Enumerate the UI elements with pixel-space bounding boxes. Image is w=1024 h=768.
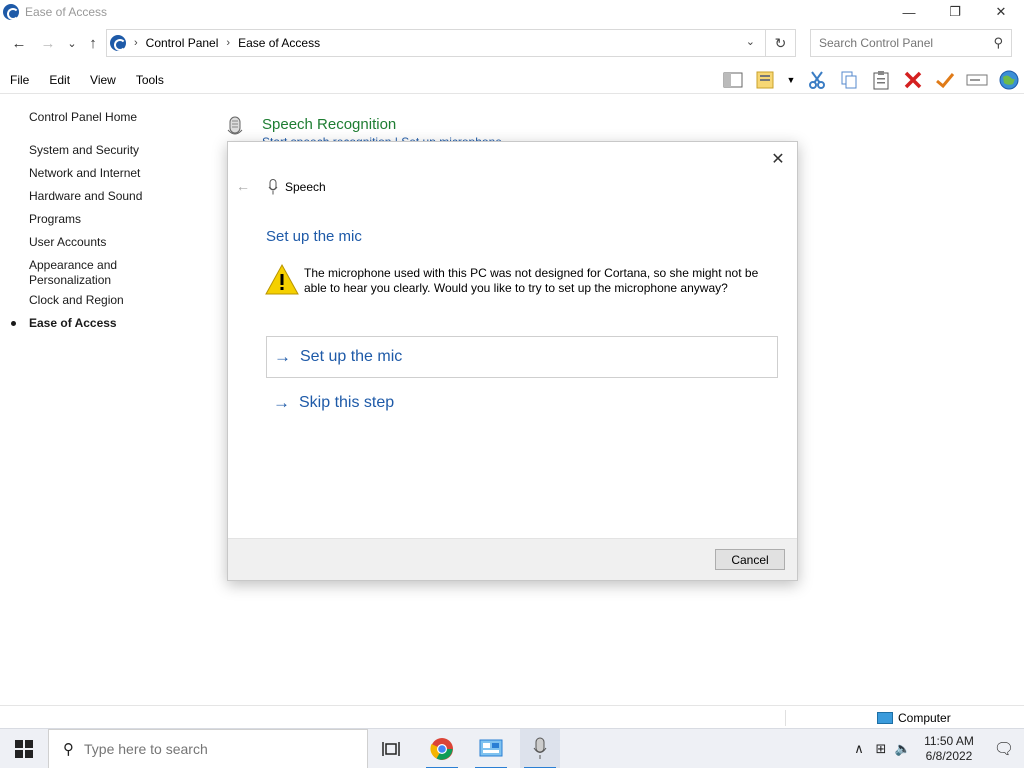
volume-icon[interactable]: 🔈 <box>892 741 914 757</box>
microphone-icon <box>227 116 243 135</box>
recent-locations-button[interactable]: ⌄ <box>61 32 83 54</box>
skip-step-label: Skip this step <box>299 394 395 411</box>
windows-logo-icon <box>15 740 33 758</box>
nav-current-item: Ease of Access <box>11 316 117 331</box>
arrow-right-icon: → <box>274 347 291 366</box>
nav-hardware-and-sound[interactable]: Hardware and Sound <box>29 189 142 204</box>
search-icon: ⚲ <box>63 741 74 758</box>
task-view-icon <box>382 742 400 756</box>
restore-button[interactable]: ❐ <box>932 0 978 24</box>
nav-system-and-security[interactable]: System and Security <box>29 143 139 158</box>
microphone-icon <box>268 179 278 195</box>
control-panel-app-icon <box>479 739 503 757</box>
breadcrumb-ease-of-access[interactable]: Ease of Access <box>238 36 320 50</box>
taskbar-chrome[interactable] <box>422 729 462 768</box>
taskbar-search[interactable]: ⚲ <box>48 729 368 768</box>
dialog-back-button[interactable]: ← <box>236 178 250 194</box>
rename-icon[interactable] <box>966 69 988 91</box>
cancel-button[interactable]: Cancel <box>715 549 785 570</box>
dialog-header-title: Speech <box>285 180 326 194</box>
nav-programs[interactable]: Programs <box>29 212 81 227</box>
menu-view[interactable]: View <box>80 73 126 87</box>
nav-network-and-internet[interactable]: Network and Internet <box>29 166 140 181</box>
set-up-mic-label: Set up the mic <box>300 348 403 365</box>
dropdown-icon[interactable]: ▼ <box>786 69 796 91</box>
close-button[interactable]: ✕ <box>978 0 1024 24</box>
nav-clock-and-region[interactable]: Clock and Region <box>29 293 124 308</box>
window-controls: — ❐ ✕ <box>886 0 1024 24</box>
set-up-mic-option[interactable]: → Set up the mic <box>266 336 778 378</box>
dialog-title: Set up the mic <box>266 228 362 245</box>
status-location-label: Computer <box>898 711 951 725</box>
search-icon[interactable]: ⚲ <box>993 35 1003 51</box>
properties-icon[interactable] <box>754 69 776 91</box>
current-item-bullet <box>11 321 16 326</box>
address-bar[interactable]: › Control Panel › Ease of Access ⌄ ↻ <box>106 29 796 57</box>
taskbar: ⚲ ∧ ⊞ 🔈 11 <box>0 728 1024 768</box>
dialog-footer: Cancel <box>228 538 797 580</box>
task-view-button[interactable] <box>372 729 412 768</box>
taskbar-search-input[interactable] <box>84 741 344 757</box>
computer-icon <box>877 712 893 724</box>
cut-icon[interactable] <box>806 69 828 91</box>
status-divider <box>785 710 786 726</box>
show-hidden-icons-chevron-icon[interactable]: ∧ <box>848 741 870 757</box>
taskbar-control-panel[interactable] <box>471 729 511 768</box>
skip-step-option[interactable]: → Skip this step <box>266 382 778 424</box>
forward-button[interactable]: → <box>37 32 59 54</box>
status-location: Computer <box>877 711 951 725</box>
chrome-icon <box>430 738 453 760</box>
nav-ease-of-access[interactable]: Ease of Access <box>29 316 117 331</box>
layout-pane-icon[interactable] <box>722 69 744 91</box>
nav-appearance-and-personalization[interactable]: Appearance and Personalization <box>29 258 169 288</box>
menu-bar: File Edit View Tools ▼ <box>0 66 1024 94</box>
microphone-icon <box>533 737 547 759</box>
globe-icon[interactable] <box>998 69 1020 91</box>
notifications-icon[interactable]: 🗨 <box>984 739 1024 759</box>
menu-edit[interactable]: Edit <box>39 73 80 87</box>
breadcrumb-control-panel[interactable]: Control Panel <box>146 36 219 50</box>
menu-file[interactable]: File <box>0 73 39 87</box>
check-icon[interactable] <box>934 69 956 91</box>
setup-mic-dialog: ✕ ← Speech Set up the mic The microphone… <box>227 141 798 581</box>
search-box[interactable]: ⚲ <box>810 29 1012 57</box>
clock-time: 11:50 AM <box>924 734 974 748</box>
window-title: Ease of Access <box>25 5 108 19</box>
system-tray: ∧ ⊞ 🔈 11:50 AM 6/8/2022 🗨 <box>848 729 1024 768</box>
dialog-close-button[interactable]: ✕ <box>767 148 789 170</box>
paste-icon[interactable] <box>870 69 892 91</box>
taskbar-speech[interactable] <box>520 729 560 768</box>
warning-icon <box>265 263 299 295</box>
nav-user-accounts[interactable]: User Accounts <box>29 235 106 250</box>
warning-message: The microphone used with this PC was not… <box>304 266 759 295</box>
up-button[interactable]: ↑ <box>82 32 104 54</box>
back-button[interactable]: ← <box>8 32 30 54</box>
start-button[interactable] <box>0 729 48 768</box>
search-input[interactable] <box>819 36 989 50</box>
nav-control-panel-home[interactable]: Control Panel Home <box>29 110 137 125</box>
clock[interactable]: 11:50 AM 6/8/2022 <box>914 734 984 764</box>
status-bar: Computer <box>0 705 1024 729</box>
clock-date: 6/8/2022 <box>925 749 973 763</box>
address-dropdown-icon[interactable]: ⌄ <box>746 35 755 48</box>
network-icon[interactable]: ⊞ <box>870 741 892 757</box>
toolbar: ▼ <box>722 66 1020 94</box>
arrow-right-icon: → <box>273 393 290 412</box>
delete-icon[interactable] <box>902 69 924 91</box>
refresh-button[interactable]: ↻ <box>765 30 795 56</box>
speech-recognition-title[interactable]: Speech Recognition <box>262 116 396 133</box>
control-panel-icon <box>110 35 126 51</box>
navigation-bar: ← → ⌄ ↑ › Control Panel › Ease of Access… <box>0 28 1024 58</box>
title-bar: Ease of Access — ❐ ✕ <box>0 0 1024 24</box>
minimize-button[interactable]: — <box>886 0 932 24</box>
copy-icon[interactable] <box>838 69 860 91</box>
control-panel-icon <box>3 4 19 20</box>
menu-tools[interactable]: Tools <box>126 73 174 87</box>
breadcrumb-separator: › <box>134 37 138 49</box>
breadcrumb-separator: › <box>226 37 231 49</box>
